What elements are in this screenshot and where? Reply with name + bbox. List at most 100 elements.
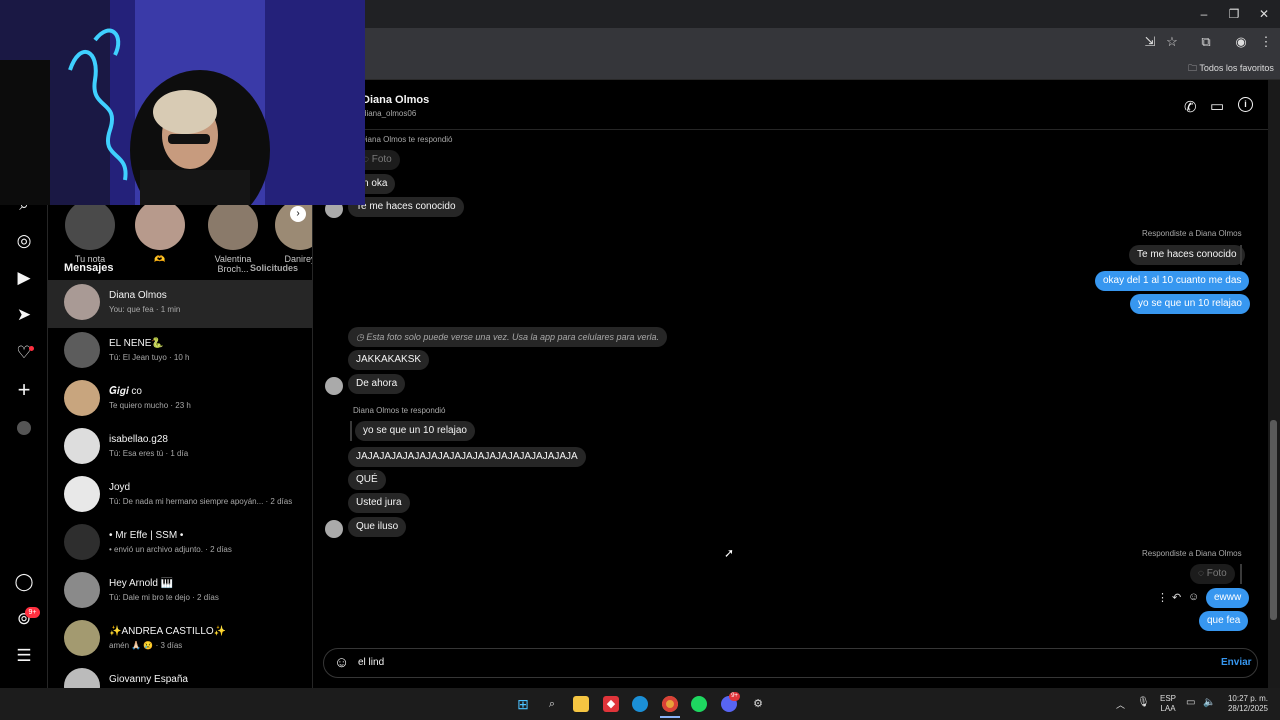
photo-icon: ◌ <box>1198 568 1207 579</box>
video-icon[interactable]: ▭ <box>1210 97 1224 115</box>
send-button[interactable]: Enviar <box>1221 657 1252 668</box>
file-explorer-icon[interactable] <box>573 696 589 712</box>
conversation-row[interactable]: ✨ANDREA CASTILLO✨ amén 🙏🏻 😢 · 3 días <box>48 616 312 664</box>
windows-start-icon[interactable]: ⊞ <box>515 696 531 712</box>
message-bubble[interactable]: QUÉ <box>348 470 386 490</box>
meta-badge: 9+ <box>25 607 40 618</box>
folder-icon: 🗀 <box>1188 63 1198 73</box>
extensions-icon[interactable]: ⧉ <box>1198 34 1214 50</box>
menu-icon[interactable]: ☰ <box>14 646 34 666</box>
conversation-row[interactable]: EL NENE🐍 Tú: El Jean tuyo · 10 h <box>48 328 312 376</box>
chat-header <box>313 80 1268 130</box>
message-bubble[interactable]: JAKKAKAKSK <box>348 350 430 370</box>
message-bubble[interactable]: okay del 1 al 10 cuanto me das <box>1095 271 1250 291</box>
avatar <box>325 377 343 395</box>
restore-icon[interactable]: ❐ <box>1226 6 1242 22</box>
photo-placeholder: ◌ Foto <box>1190 564 1235 584</box>
avatar <box>65 200 115 250</box>
chat-contact-username: diana_olmos06 <box>362 109 417 118</box>
chat-contact-name[interactable]: Diana Olmos <box>362 94 429 106</box>
avatar <box>64 284 100 320</box>
view-once-notice: ◷ Esta foto solo puede verse una vez. Us… <box>348 327 668 347</box>
story-note[interactable]: Tu nota <box>60 200 120 264</box>
reels-icon[interactable]: ▶ <box>14 268 34 288</box>
conversation-row[interactable]: • Mr Effe | SSM • • envió un archivo adj… <box>48 520 312 568</box>
message-bubble[interactable]: ewww <box>1206 588 1250 608</box>
info-icon[interactable]: i <box>1238 97 1253 112</box>
stories-next-icon[interactable]: › <box>290 206 306 222</box>
language-indicator[interactable]: ESP LAA <box>1160 694 1176 714</box>
quote-bar <box>1240 564 1242 584</box>
install-icon[interactable]: ⇲ <box>1142 34 1158 50</box>
bookmarks-folder[interactable]: 🗀 Todos los favoritos <box>1188 61 1274 77</box>
reply-label: Respondiste a Diana Olmos <box>1142 549 1242 558</box>
react-emoji-icon[interactable]: ☺ <box>1188 591 1199 603</box>
avatar <box>64 332 100 368</box>
message-bubble[interactable]: yo se que un 10 relajao <box>1130 294 1250 314</box>
explore-icon[interactable]: ◎ <box>14 231 34 251</box>
avatar <box>64 476 100 512</box>
messages-icon[interactable]: ➤ <box>14 305 34 325</box>
tray-expand-icon[interactable]: ︿ <box>1116 698 1125 711</box>
notification-dot <box>29 346 34 351</box>
avatar <box>64 572 100 608</box>
threads-icon[interactable]: ◯ <box>14 572 34 592</box>
conversation-row[interactable]: 𝑮𝒊𝒈𝒊 co Te quiero mucho · 23 h <box>48 376 312 424</box>
conversation-row[interactable]: Hey Arnold 🎹 Tú: Dale mi bro te dejo · 2… <box>48 568 312 616</box>
message-bubble[interactable]: Te me haces conocido <box>348 197 464 217</box>
reply-label: Diana Olmos te respondió <box>353 406 446 415</box>
microphone-icon[interactable]: 🎙 <box>1137 697 1150 708</box>
minimize-icon[interactable]: – <box>1196 6 1212 22</box>
avatar <box>135 200 185 250</box>
edge-icon[interactable] <box>632 696 648 712</box>
conversation-row[interactable]: Diana Olmos You: que fea · 1 min <box>48 280 312 328</box>
scrollbar-thumb[interactable] <box>1270 420 1277 620</box>
room-shelf <box>0 60 50 205</box>
person-shirt <box>140 170 250 205</box>
conversation-row[interactable]: isabellao.g28 Tú: Esa eres tú · 1 día <box>48 424 312 472</box>
messages-heading: Mensajes <box>64 262 114 274</box>
quote-bar <box>1240 245 1242 265</box>
webcam-scene <box>0 0 365 205</box>
bookmark-star-icon[interactable]: ☆ <box>1164 34 1180 50</box>
profile-avatar-icon[interactable]: ◉ <box>1233 34 1249 50</box>
person-cap <box>153 90 217 134</box>
story-item[interactable]: 🫶 <box>130 200 190 265</box>
reply-label: Respondiste a Diana Olmos <box>1142 229 1242 238</box>
reply-icon[interactable]: ↶ <box>1172 591 1181 604</box>
mouse-cursor-icon: ➚ <box>724 546 735 560</box>
message-bubble[interactable]: que fea <box>1199 611 1249 631</box>
avatar <box>208 200 258 250</box>
chrome-icon[interactable] <box>662 696 678 712</box>
message-bubble[interactable]: JAJAJAJAJAJAJAJAJAJAJAJAJAJAJAJAJAJAJA <box>348 447 586 467</box>
close-icon[interactable]: ✕ <box>1256 6 1272 22</box>
create-icon[interactable]: + <box>14 379 34 401</box>
more-options-icon[interactable]: ⋮ <box>1157 591 1168 604</box>
quoted-message: yo se que un 10 relajao <box>355 421 475 441</box>
clock[interactable]: 10:27 p. m. 28/12/2025 <box>1226 694 1268 714</box>
emoji-picker-icon[interactable]: ☺ <box>334 654 349 671</box>
quoted-message: Te me haces conocido <box>1129 245 1245 265</box>
conversation-row[interactable]: Joyd Tú: De nada mi hermano siempre apoy… <box>48 472 312 520</box>
avatar <box>64 524 100 560</box>
spotify-icon[interactable] <box>691 696 707 712</box>
avatar <box>64 620 100 656</box>
message-input[interactable]: el lind <box>358 657 384 668</box>
avatar <box>64 380 100 416</box>
requests-link[interactable]: Solicitudes <box>250 263 298 273</box>
message-bubble[interactable]: Que iluso <box>348 517 407 537</box>
message-bubble[interactable]: Usted jura <box>348 493 410 513</box>
phone-icon[interactable]: ✆ <box>1184 98 1197 116</box>
volume-icon[interactable]: 🔈 <box>1203 697 1215 708</box>
message-bubble[interactable]: De ahora <box>348 374 406 394</box>
browser-menu-icon[interactable]: ⋮ <box>1258 34 1274 50</box>
discord-badge: 9+ <box>729 692 740 701</box>
search-taskbar-icon[interactable]: ⌕ <box>544 696 560 712</box>
profile-icon[interactable] <box>17 421 31 435</box>
app-icon[interactable]: ◆ <box>603 696 619 712</box>
network-icon[interactable]: ▭ <box>1186 697 1195 708</box>
settings-icon[interactable]: ⚙ <box>750 696 766 712</box>
avatar <box>325 520 343 538</box>
active-app-indicator <box>660 716 680 718</box>
conversation-row[interactable]: Giovanny España <box>48 664 312 688</box>
